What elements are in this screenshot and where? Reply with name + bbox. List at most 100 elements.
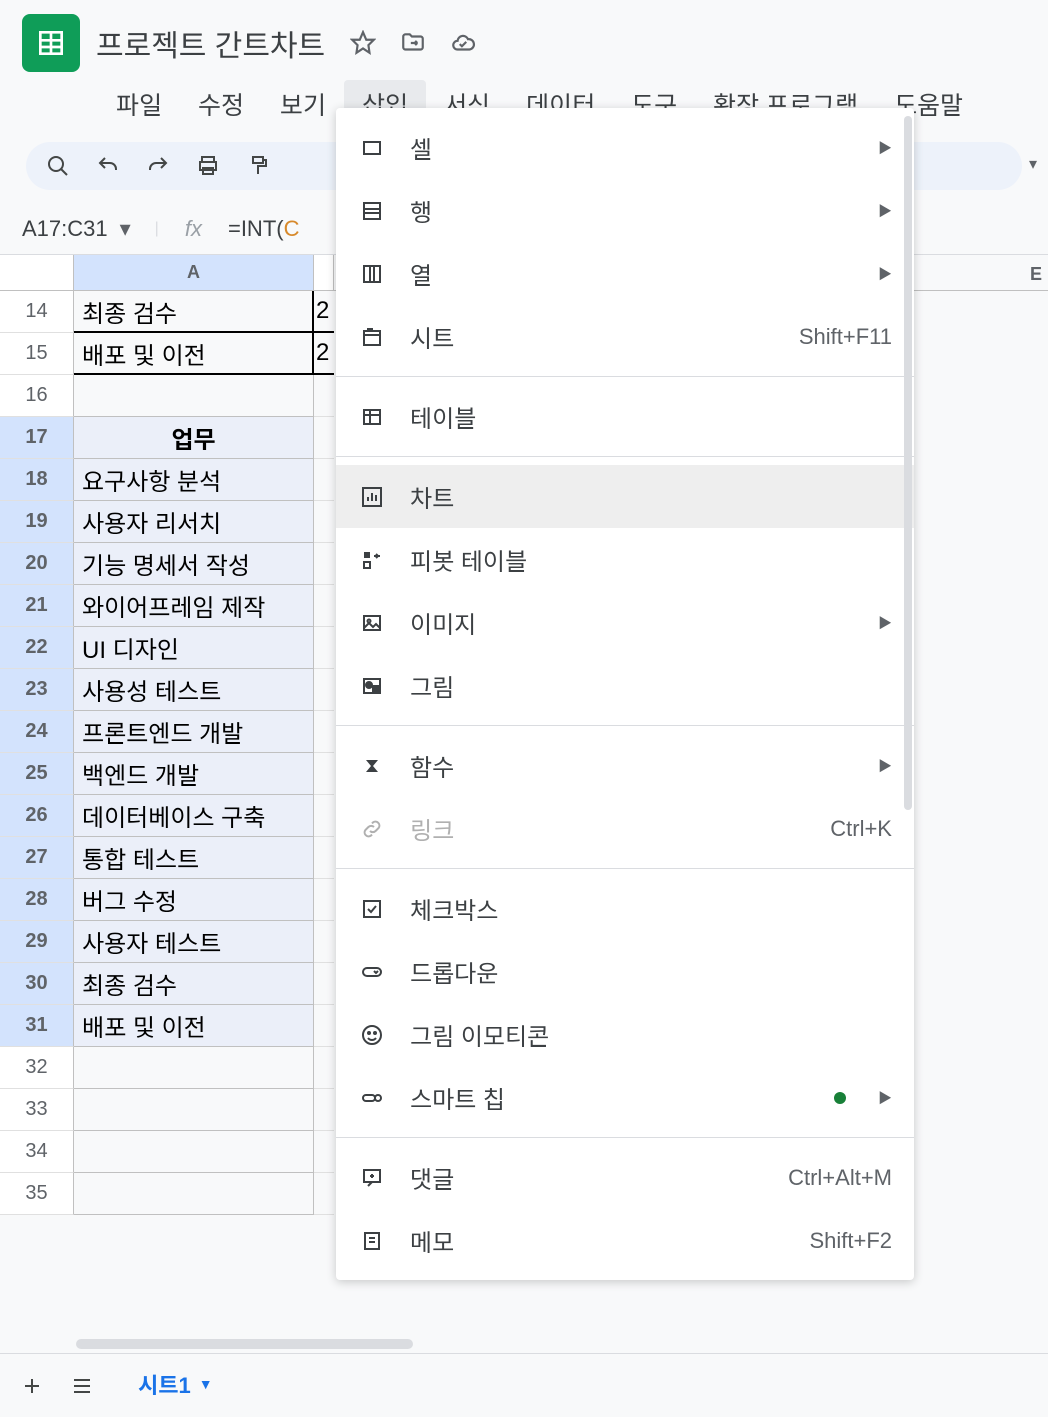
cell[interactable]: 2: [314, 291, 334, 333]
horizontal-scrollbar-thumb[interactable]: [76, 1339, 413, 1349]
sidebar-toggle-icon[interactable]: ▾: [1018, 140, 1048, 188]
cell[interactable]: [314, 501, 334, 543]
cell[interactable]: [314, 627, 334, 669]
row-number[interactable]: 16: [0, 375, 74, 417]
menu-item[interactable]: 스마트 칩▶: [336, 1066, 914, 1129]
cell[interactable]: 최종 검수: [74, 291, 314, 333]
menu-item[interactable]: 이미지▶: [336, 591, 914, 654]
row-number[interactable]: 15: [0, 333, 74, 375]
cell[interactable]: 백엔드 개발: [74, 753, 314, 795]
cell[interactable]: [314, 1173, 334, 1215]
menu-item[interactable]: 테이블: [336, 385, 914, 448]
cell[interactable]: [74, 1089, 314, 1131]
document-title[interactable]: 프로젝트 간트차트: [96, 21, 325, 65]
sheets-logo[interactable]: [22, 14, 80, 72]
menubar-item[interactable]: 파일: [98, 80, 180, 128]
column-header-E[interactable]: E: [1030, 264, 1042, 285]
row-number[interactable]: 28: [0, 879, 74, 921]
row-number[interactable]: 22: [0, 627, 74, 669]
menubar-item[interactable]: 수정: [180, 80, 262, 128]
paint-format-icon[interactable]: [244, 152, 272, 180]
menu-item[interactable]: 열▶: [336, 242, 914, 305]
row-number[interactable]: 26: [0, 795, 74, 837]
menu-item[interactable]: 드롭다운: [336, 940, 914, 1003]
all-sheets-icon[interactable]: [68, 1372, 96, 1400]
menu-item[interactable]: 시트Shift+F11: [336, 305, 914, 368]
cell[interactable]: [74, 1131, 314, 1173]
row-number[interactable]: 30: [0, 963, 74, 1005]
row-number[interactable]: 21: [0, 585, 74, 627]
cell[interactable]: [314, 543, 334, 585]
cell[interactable]: 통합 테스트: [74, 837, 314, 879]
cell[interactable]: [314, 711, 334, 753]
sheet-tab[interactable]: 시트1 ▼: [118, 1356, 233, 1415]
formula-input[interactable]: =INT(C: [228, 216, 300, 242]
menu-scrollbar[interactable]: [902, 116, 914, 1272]
row-number[interactable]: 33: [0, 1089, 74, 1131]
cell[interactable]: [314, 963, 334, 1005]
cell[interactable]: [314, 1047, 334, 1089]
cell[interactable]: [314, 795, 334, 837]
column-header-next[interactable]: [314, 255, 334, 290]
row-number[interactable]: 19: [0, 501, 74, 543]
menu-item[interactable]: 체크박스: [336, 877, 914, 940]
cell[interactable]: 2: [314, 333, 334, 375]
cell[interactable]: [314, 837, 334, 879]
cell[interactable]: [314, 375, 334, 417]
cell[interactable]: 배포 및 이전: [74, 333, 314, 375]
cell[interactable]: [314, 921, 334, 963]
redo-icon[interactable]: [144, 152, 172, 180]
cell[interactable]: UI 디자인: [74, 627, 314, 669]
cell[interactable]: 사용성 테스트: [74, 669, 314, 711]
add-sheet-icon[interactable]: [18, 1372, 46, 1400]
menu-item[interactable]: 메모Shift+F2: [336, 1209, 914, 1272]
row-number[interactable]: 18: [0, 459, 74, 501]
cell[interactable]: 사용자 리서치: [74, 501, 314, 543]
row-number[interactable]: 32: [0, 1047, 74, 1089]
cell[interactable]: [314, 459, 334, 501]
menu-item[interactable]: 그림 이모티콘: [336, 1003, 914, 1066]
chevron-down-icon[interactable]: ▾: [120, 216, 131, 242]
menubar-item[interactable]: 보기: [262, 80, 344, 128]
menu-item[interactable]: 피봇 테이블: [336, 528, 914, 591]
cell[interactable]: [314, 669, 334, 711]
column-header-A[interactable]: A: [74, 255, 314, 290]
row-number[interactable]: 25: [0, 753, 74, 795]
row-number[interactable]: 29: [0, 921, 74, 963]
cell[interactable]: [314, 1131, 334, 1173]
menu-item[interactable]: 그림: [336, 654, 914, 717]
row-number[interactable]: 34: [0, 1131, 74, 1173]
menu-item[interactable]: 차트: [336, 465, 914, 528]
row-number[interactable]: 27: [0, 837, 74, 879]
star-icon[interactable]: [349, 29, 377, 57]
cell[interactable]: [314, 1005, 334, 1047]
cell[interactable]: 업무: [74, 417, 314, 459]
row-number[interactable]: 17: [0, 417, 74, 459]
menu-item[interactable]: 셀▶: [336, 116, 914, 179]
menu-scrollbar-thumb[interactable]: [904, 116, 912, 810]
cell[interactable]: [314, 417, 334, 459]
cell[interactable]: [74, 375, 314, 417]
cell[interactable]: 사용자 테스트: [74, 921, 314, 963]
row-number[interactable]: 14: [0, 291, 74, 333]
menu-item[interactable]: 함수▶: [336, 734, 914, 797]
row-number[interactable]: 24: [0, 711, 74, 753]
cell[interactable]: 배포 및 이전: [74, 1005, 314, 1047]
cell[interactable]: [74, 1047, 314, 1089]
row-number[interactable]: 23: [0, 669, 74, 711]
move-folder-icon[interactable]: [399, 29, 427, 57]
select-all-corner[interactable]: [0, 255, 74, 290]
undo-icon[interactable]: [94, 152, 122, 180]
cell[interactable]: [314, 879, 334, 921]
menu-item[interactable]: 댓글Ctrl+Alt+M: [336, 1146, 914, 1209]
row-number[interactable]: 31: [0, 1005, 74, 1047]
print-icon[interactable]: [194, 152, 222, 180]
chevron-down-icon[interactable]: ▼: [199, 1376, 213, 1392]
cell[interactable]: 데이터베이스 구축: [74, 795, 314, 837]
horizontal-scrollbar[interactable]: [76, 1337, 1038, 1351]
cell[interactable]: [314, 753, 334, 795]
cell[interactable]: 와이어프레임 제작: [74, 585, 314, 627]
cell[interactable]: 버그 수정: [74, 879, 314, 921]
search-icon[interactable]: [44, 152, 72, 180]
cell[interactable]: 기능 명세서 작성: [74, 543, 314, 585]
